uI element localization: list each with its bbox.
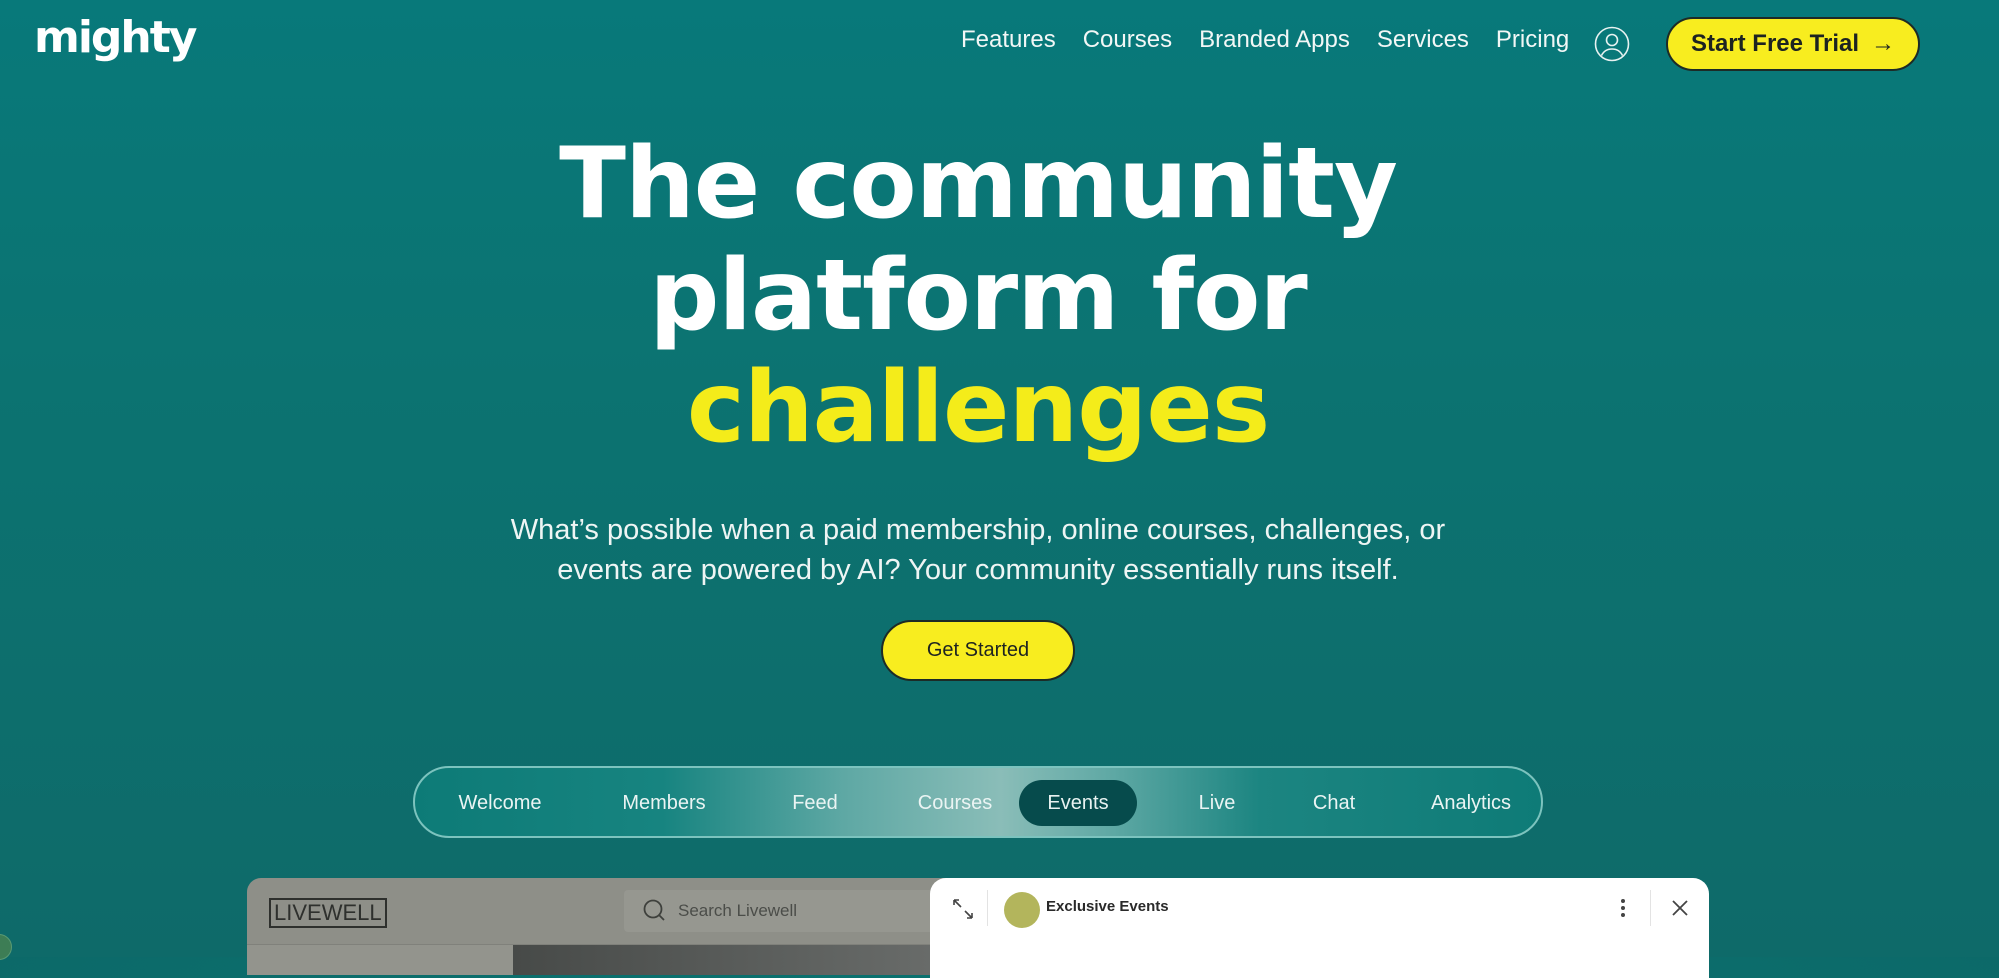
- nav-link-services[interactable]: Services: [1377, 26, 1469, 54]
- user-circle-icon[interactable]: [1594, 26, 1630, 62]
- get-started-button[interactable]: Get Started: [881, 620, 1075, 681]
- hero-headline: The community platform for challenges: [0, 128, 1956, 464]
- tab-feed[interactable]: Feed: [765, 780, 865, 826]
- tab-welcome[interactable]: Welcome: [445, 780, 555, 826]
- mighty-logo[interactable]: mighty: [34, 12, 197, 63]
- headline-accent: challenges: [686, 351, 1270, 465]
- tab-live[interactable]: Live: [1172, 780, 1262, 826]
- nav-link-pricing[interactable]: Pricing: [1496, 26, 1569, 54]
- feature-tabs: Welcome Members Feed Courses Events Live…: [413, 766, 1543, 838]
- subtitle-line-1: What’s possible when a paid membership, …: [510, 514, 1446, 546]
- main-nav: Features Courses Branded Apps Services P…: [961, 26, 1596, 54]
- tab-chat[interactable]: Chat: [1289, 780, 1379, 826]
- start-free-trial-button[interactable]: Start Free Trial →: [1666, 17, 1920, 71]
- tab-analytics[interactable]: Analytics: [1411, 780, 1531, 826]
- expand-icon[interactable]: [950, 896, 976, 922]
- more-vertical-icon[interactable]: [1616, 894, 1630, 922]
- start-free-trial-label: Start Free Trial: [1690, 30, 1860, 57]
- tab-events[interactable]: Events: [1019, 780, 1137, 826]
- arrow-right-icon: →: [1871, 30, 1896, 57]
- tab-members[interactable]: Members: [609, 780, 719, 826]
- exclusive-events-modal: Exclusive Events: [930, 878, 1709, 978]
- headline-line-1: The community: [559, 127, 1398, 241]
- search-placeholder: Search Livewell: [678, 901, 798, 920]
- nav-link-branded-apps[interactable]: Branded Apps: [1199, 26, 1350, 54]
- app-hero-image: [513, 945, 967, 975]
- nav-link-courses[interactable]: Courses: [1083, 26, 1172, 54]
- header-separator: [1650, 890, 1651, 926]
- app-preview-window: LIVEWELL Search Livewell: [247, 878, 967, 975]
- header-separator: [987, 890, 988, 926]
- app-sidebar: [247, 945, 513, 975]
- search-icon: [643, 899, 665, 921]
- hero-subtitle: What’s possible when a paid membership, …: [0, 510, 1956, 590]
- headline-line-2: platform for: [649, 239, 1308, 353]
- nav-link-features[interactable]: Features: [961, 26, 1056, 54]
- group-avatar: [1004, 892, 1040, 928]
- tab-courses[interactable]: Courses: [900, 780, 1010, 826]
- subtitle-line-2: events are powered by AI? Your community…: [557, 554, 1399, 586]
- livewell-logo: LIVEWELL: [269, 898, 387, 928]
- modal-title: Exclusive Events: [1046, 898, 1169, 915]
- search-livewell-input[interactable]: Search Livewell: [624, 890, 934, 932]
- close-icon[interactable]: [1668, 896, 1692, 920]
